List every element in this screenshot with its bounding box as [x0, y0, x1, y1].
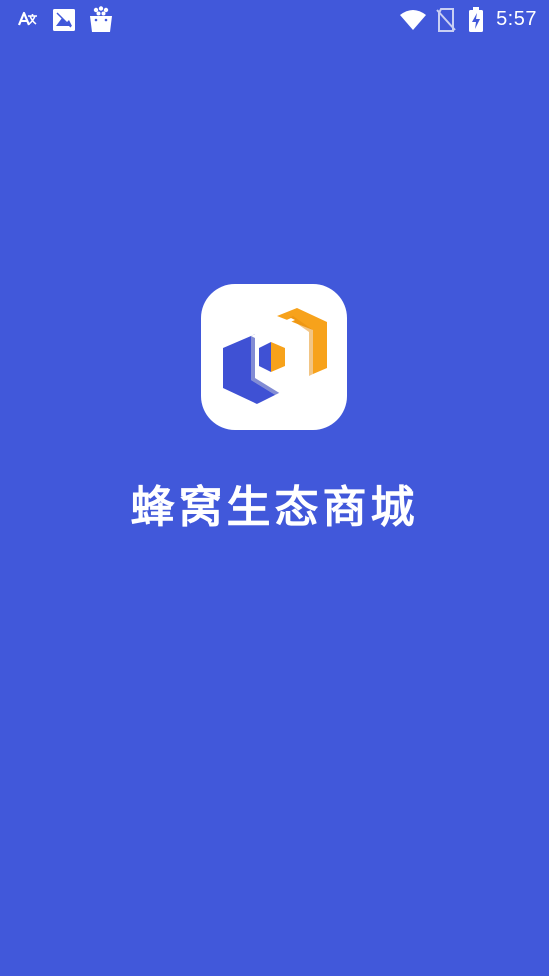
status-bar: 5:57	[0, 0, 549, 40]
app-name-title: 蜂窝生态商城	[130, 482, 419, 533]
image-notification-icon	[52, 8, 76, 36]
app-logo	[201, 284, 347, 430]
no-sim-icon	[436, 8, 456, 36]
hexagon-cube-logo-icon	[223, 308, 327, 406]
wifi-icon	[399, 9, 427, 35]
status-time: 5:57	[496, 8, 537, 30]
shopping-bag-icon	[88, 5, 114, 37]
translate-icon	[17, 10, 39, 32]
battery-charging-icon	[468, 7, 484, 37]
